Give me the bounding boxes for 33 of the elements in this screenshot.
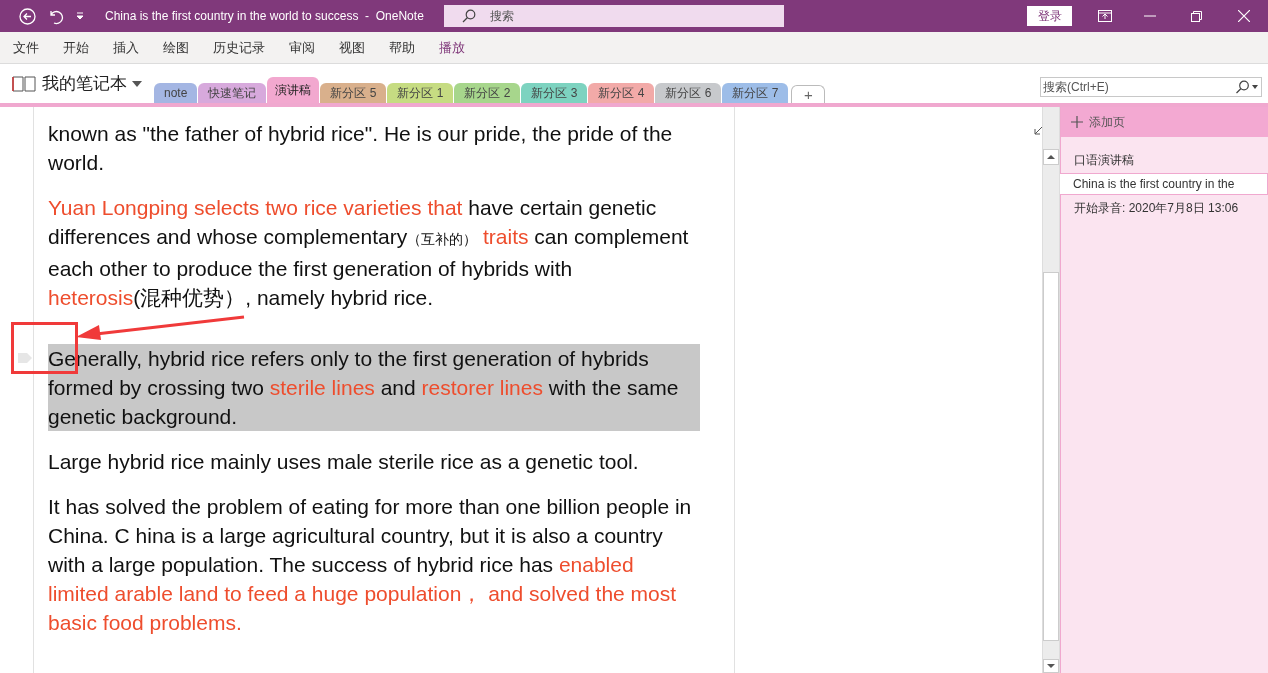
section-tab[interactable]: 演讲稿 xyxy=(267,77,320,103)
add-page-button[interactable]: 添加页 xyxy=(1061,107,1268,137)
section-tab[interactable]: 新分区 2 xyxy=(454,83,521,103)
window-title: China is the first country in the world to success - OneNote xyxy=(105,8,424,25)
section-tab[interactable]: 新分区 7 xyxy=(722,83,789,103)
menu-tab[interactable]: 帮助 xyxy=(389,37,415,58)
note-paragraph[interactable]: It has solved the problem of eating for more than one billion people in China. C hina is a large agricultural country, but it is also a country with a large population. The success of hybrid rice has enabled limited arable land to feed a huge population， and solved the most basic food problems. xyxy=(48,492,700,637)
sign-in-button[interactable]: 登录 xyxy=(1027,6,1072,26)
section-tab[interactable]: note xyxy=(154,83,198,103)
page-item[interactable]: 开始录音: 2020年7月8日 13:06 xyxy=(1061,197,1268,219)
menu-tab[interactable]: 绘图 xyxy=(163,37,189,58)
search-field[interactable]: 搜索 xyxy=(443,5,784,27)
section-tab[interactable]: 新分区 5 xyxy=(320,83,387,103)
note-paragraph[interactable]: known as "the father of hybrid rice". He is our pride, the pride of the world. xyxy=(48,119,700,177)
section-tab[interactable]: 新分区 3 xyxy=(521,83,588,103)
page-item[interactable]: China is the first country in the xyxy=(1059,173,1268,195)
section-tab[interactable]: 快速笔记 xyxy=(198,83,267,103)
section-tab[interactable]: 新分区 4 xyxy=(588,83,655,103)
page-item[interactable]: 口语演讲稿 xyxy=(1061,149,1268,171)
menu-tab[interactable]: 历史记录 xyxy=(213,37,265,58)
menu-tab[interactable]: 视图 xyxy=(339,37,365,58)
notebook-name[interactable]: 我的笔记本 xyxy=(42,71,127,97)
section-tab[interactable]: 新分区 1 xyxy=(387,83,454,103)
add-section-tab[interactable]: + xyxy=(791,85,826,103)
search-field[interactable]: 搜索(Ctrl+E) xyxy=(1040,77,1262,97)
menu-tab[interactable]: 文件 xyxy=(13,37,39,58)
note-paragraph[interactable]: Large hybrid rice mainly uses male sterile rice as a genetic tool. xyxy=(48,447,700,476)
note-paragraph[interactable]: Yuan Longping selects two rice varieties that have certain genetic differences and whose complementary（互补的） traits can complement each other to produce the first generation of hybrids with heterosis(混种优势）, namely hybrid rice. xyxy=(48,193,700,312)
menu-tab[interactable]: 审阅 xyxy=(289,37,315,58)
section-tab[interactable]: 新分区 6 xyxy=(655,83,722,103)
menu-tab[interactable]: 插入 xyxy=(113,37,139,58)
menu-tab[interactable]: 播放 xyxy=(439,37,465,58)
menu-tab[interactable]: 开始 xyxy=(63,37,89,58)
